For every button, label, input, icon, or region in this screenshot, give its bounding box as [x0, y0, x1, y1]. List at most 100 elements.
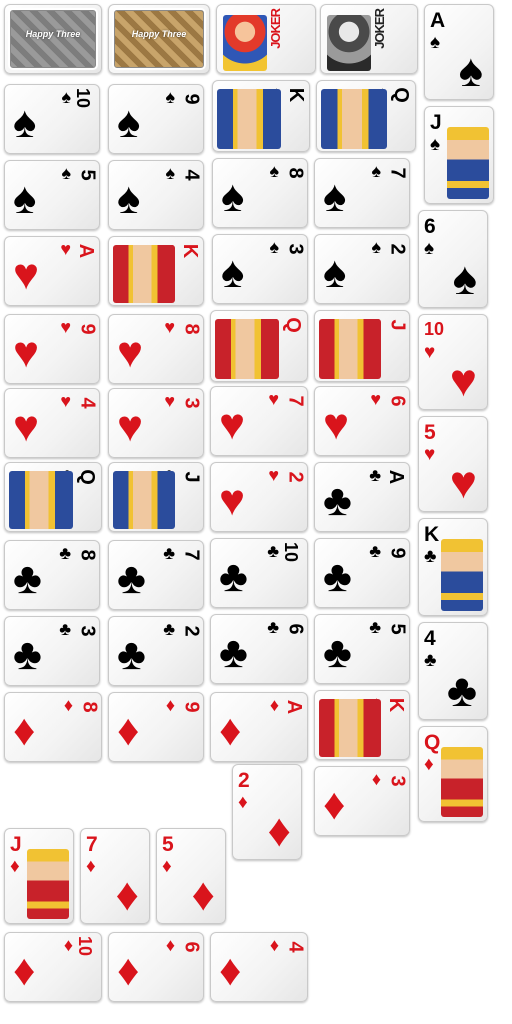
- spade-icon: ♠: [269, 161, 279, 181]
- heart-icon: ♥: [13, 328, 40, 377]
- card-rank: K: [178, 243, 201, 259]
- club-icon: ♣: [59, 619, 71, 639]
- card-rank: 9: [180, 93, 203, 105]
- court-figure-J: [447, 127, 489, 199]
- court-figure-Q: [321, 89, 387, 149]
- spade-icon: ♠: [13, 174, 37, 223]
- card-rank: 10: [72, 87, 93, 109]
- court-figure-Q: [441, 747, 483, 817]
- card-rank: 6: [424, 215, 436, 238]
- joker-color-card: JOKER: [216, 4, 316, 74]
- diamond-icon: ♦: [424, 754, 434, 775]
- card-rank: 5: [424, 421, 436, 444]
- heart-icon: ♥: [268, 465, 279, 485]
- back-logo-text: Happy Three: [131, 29, 187, 39]
- playing-card: 5 ♥ ♥: [418, 416, 488, 512]
- diamond-icon: ♦: [219, 946, 242, 995]
- diamond-icon: ♦: [13, 706, 36, 755]
- club-icon: ♣: [267, 617, 279, 637]
- card-rank: 5: [386, 623, 409, 635]
- playing-card: 8 ♥ ♥: [108, 314, 204, 384]
- joker-word: JOKER: [372, 9, 387, 49]
- diamond-icon: ♦: [238, 792, 248, 813]
- spade-icon: ♠: [165, 163, 175, 183]
- card-rank: 2: [386, 243, 409, 255]
- playing-card: 3 ♣ ♣: [4, 616, 100, 686]
- playing-card: 10 ♦ ♦: [4, 932, 102, 1002]
- spade-icon: ♠: [117, 98, 141, 147]
- joker-mono-card: JOKER: [320, 4, 418, 74]
- playing-card: 7 ♦ ♦: [80, 828, 150, 924]
- playing-card: Q♠: [316, 80, 416, 152]
- club-icon: ♣: [323, 476, 352, 525]
- heart-icon: ♥: [13, 402, 40, 451]
- card-rank: 4: [424, 627, 436, 650]
- card-rank: 3: [180, 397, 203, 409]
- spade-icon: ♠: [165, 87, 175, 107]
- playing-card: 10 ♣ ♣: [210, 538, 308, 608]
- heart-icon: ♥: [164, 317, 175, 337]
- card-rank: 3: [284, 243, 307, 255]
- court-figure-J: [319, 319, 381, 379]
- card-rank: 5: [76, 169, 99, 181]
- playing-card: K♥: [108, 236, 204, 306]
- playing-card: A ♣ ♣: [314, 462, 410, 532]
- court-figure-J: [113, 471, 175, 529]
- playing-card: 9 ♣ ♣: [314, 538, 410, 608]
- card-rank: 3: [386, 775, 409, 787]
- card-rank: Q: [282, 317, 305, 333]
- card-rank: Q: [390, 87, 413, 103]
- spade-icon: ♠: [452, 252, 477, 304]
- club-icon: ♣: [117, 630, 146, 679]
- playing-card: 10 ♥ ♥: [418, 314, 488, 410]
- court-figure-J: [27, 849, 69, 919]
- playing-card: 4 ♠ ♠: [108, 160, 204, 230]
- club-icon: ♣: [424, 650, 437, 671]
- diamond-icon: ♦: [162, 856, 172, 877]
- diamond-icon: ♦: [191, 868, 215, 920]
- card-rank: 6: [180, 941, 203, 953]
- card-rank: 6: [386, 395, 409, 407]
- playing-card: 5 ♠ ♠: [4, 160, 100, 230]
- court-figure-Q: [9, 471, 73, 529]
- heart-icon: ♥: [13, 250, 40, 299]
- heart-icon: ♥: [449, 354, 477, 406]
- club-icon: ♣: [163, 543, 175, 563]
- playing-card: 5 ♦ ♦: [156, 828, 226, 924]
- playing-card: A ♠ ♠: [424, 4, 494, 100]
- card-rank: A: [430, 9, 446, 32]
- playing-card: 10 ♠ ♠: [4, 84, 100, 154]
- club-icon: ♣: [446, 664, 477, 716]
- card-rank: 8: [180, 323, 203, 335]
- diamond-icon: ♦: [269, 695, 279, 715]
- playing-card: J ♦: [4, 828, 74, 924]
- card-rank: A: [282, 699, 305, 715]
- court-figure-K: [217, 89, 281, 149]
- playing-card: J♣: [108, 462, 204, 532]
- playing-card: 2 ♣ ♣: [108, 616, 204, 686]
- card-rank: 4: [284, 941, 307, 953]
- card-rank: 2: [284, 471, 307, 483]
- heart-icon: ♥: [449, 456, 477, 508]
- playing-card: K♦: [314, 690, 410, 760]
- card-rank: 7: [180, 549, 203, 561]
- joker-figure: [223, 15, 267, 71]
- playing-card: 5 ♣ ♣: [314, 614, 410, 684]
- playing-card: J♥: [314, 310, 410, 382]
- card-rank: 6: [284, 623, 307, 635]
- playing-card: 4 ♥ ♥: [4, 388, 100, 458]
- playing-card: 9 ♦ ♦: [108, 692, 204, 762]
- spade-icon: ♠: [221, 172, 245, 221]
- playing-card: 7 ♣ ♣: [108, 540, 204, 610]
- card-rank: 10: [74, 935, 95, 957]
- spade-icon: ♠: [430, 32, 441, 53]
- heart-icon: ♥: [219, 400, 246, 449]
- playing-card: 2 ♥ ♥: [210, 462, 308, 532]
- playing-card: 3 ♠ ♠: [212, 234, 308, 304]
- spade-icon: ♠: [269, 237, 279, 257]
- heart-icon: ♥: [60, 317, 71, 337]
- heart-icon: ♥: [117, 402, 144, 451]
- playing-card: 4 ♣ ♣: [418, 622, 488, 720]
- card-rank: 8: [76, 549, 99, 561]
- diamond-icon: ♦: [323, 780, 346, 829]
